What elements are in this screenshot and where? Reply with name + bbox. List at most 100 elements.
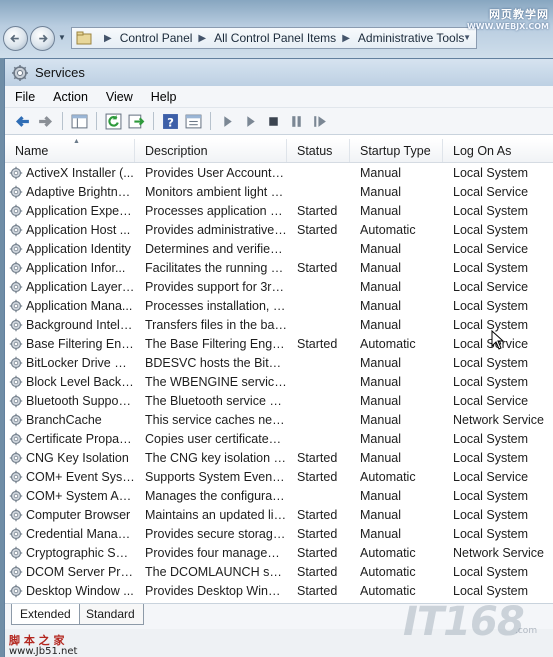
service-row[interactable]: COM+ System Ap... Manages the configurati… bbox=[5, 486, 553, 505]
properties-button[interactable] bbox=[182, 110, 204, 132]
column-header-name[interactable]: Name ▲ bbox=[5, 139, 135, 162]
properties-icon bbox=[185, 114, 201, 128]
service-row[interactable]: Base Filtering Engi... The Base Filtering… bbox=[5, 334, 553, 353]
service-startup-type: Manual bbox=[360, 355, 401, 370]
stop-service-button[interactable] bbox=[262, 110, 284, 132]
start-service-alt-button[interactable] bbox=[239, 110, 261, 132]
service-name-cell: CNG Key Isolation bbox=[5, 451, 135, 465]
toolbar-separator bbox=[153, 112, 154, 130]
service-status: Started bbox=[297, 336, 338, 351]
breadcrumb-all-items[interactable]: All Control Panel Items bbox=[214, 31, 336, 45]
service-gear-icon bbox=[9, 470, 23, 483]
service-row[interactable]: Cryptographic Ser... Provides four manage… bbox=[5, 543, 553, 562]
breadcrumb-control-panel[interactable]: Control Panel bbox=[120, 31, 193, 45]
service-name: Base Filtering Engi... bbox=[26, 336, 135, 351]
breadcrumb-admin-tools[interactable]: Administrative Tools bbox=[358, 31, 465, 45]
service-row[interactable]: DCOM Server Pro... The DCOMLAUNCH serv...… bbox=[5, 562, 553, 581]
column-header-log-on-as[interactable]: Log On As bbox=[443, 139, 553, 162]
toolbar-forward-button[interactable] bbox=[34, 110, 56, 132]
recent-pages-dropdown[interactable]: ▼ bbox=[58, 33, 66, 42]
menu-help[interactable]: Help bbox=[151, 90, 177, 104]
menu-action[interactable]: Action bbox=[53, 90, 88, 104]
tab-standard[interactable]: Standard bbox=[77, 604, 144, 625]
service-log-on-as: Local System bbox=[453, 507, 529, 522]
restart-service-button[interactable] bbox=[308, 110, 330, 132]
service-row[interactable]: Bluetooth Support... The Bluetooth servic… bbox=[5, 391, 553, 410]
watermark-webjx-url: WWW.WEBJX.COM bbox=[466, 22, 549, 31]
refresh-button[interactable] bbox=[102, 110, 124, 132]
forward-button[interactable] bbox=[30, 26, 55, 51]
watermark-it168-logo: IT168 bbox=[403, 599, 525, 645]
service-name-cell: Block Level Backu... bbox=[5, 375, 135, 389]
service-gear-icon bbox=[9, 356, 23, 369]
service-description: The DCOMLAUNCH serv... bbox=[145, 564, 287, 579]
window-titlebar[interactable]: Services bbox=[5, 59, 553, 86]
service-name: Application Layer ... bbox=[26, 279, 135, 294]
mouse-pointer-icon bbox=[491, 330, 505, 350]
watermark-webjx-cn: 网页教学网 bbox=[489, 8, 549, 21]
toolbar-back-button[interactable] bbox=[11, 110, 33, 132]
back-button[interactable] bbox=[3, 26, 28, 51]
breadcrumb-separator[interactable]: ▶ bbox=[342, 33, 350, 44]
service-description: The CNG key isolation se... bbox=[145, 450, 287, 465]
service-row[interactable]: Computer Browser Maintains an updated lis… bbox=[5, 505, 553, 524]
address-field[interactable]: ▶ Control Panel ▶ All Control Panel Item… bbox=[71, 27, 477, 49]
service-name-cell: ActiveX Installer (... bbox=[5, 166, 135, 180]
service-name-cell: Application Infor... bbox=[5, 261, 135, 275]
help-button[interactable]: ? bbox=[159, 110, 181, 132]
service-row[interactable]: Application Mana... Processes installatio… bbox=[5, 296, 553, 315]
service-row[interactable]: Credential Manager Provides secure storag… bbox=[5, 524, 553, 543]
toolbar-separator bbox=[62, 112, 63, 130]
service-row[interactable]: Application Experi... Processes applicati… bbox=[5, 201, 553, 220]
forward-icon bbox=[38, 115, 52, 127]
refresh-icon bbox=[105, 113, 121, 129]
service-row[interactable]: COM+ Event Syst... Supports System Event … bbox=[5, 467, 553, 486]
service-name-cell: BitLocker Drive En... bbox=[5, 356, 135, 370]
service-row[interactable]: Application Layer ... Provides support fo… bbox=[5, 277, 553, 296]
service-row[interactable]: Application Infor... Facilitates the runn… bbox=[5, 258, 553, 277]
service-name: ActiveX Installer (... bbox=[26, 165, 134, 180]
menu-view[interactable]: View bbox=[106, 90, 133, 104]
tab-extended[interactable]: Extended bbox=[11, 604, 80, 625]
service-description: Copies user certificates a... bbox=[145, 431, 287, 446]
service-row[interactable]: Certificate Propag... Copies user certifi… bbox=[5, 429, 553, 448]
service-row[interactable]: BitLocker Drive En... BDESVC hosts the Bi… bbox=[5, 353, 553, 372]
column-header-status-label: Status bbox=[297, 143, 333, 158]
service-gear-icon bbox=[9, 166, 23, 179]
pause-service-button[interactable] bbox=[285, 110, 307, 132]
service-row[interactable]: BranchCache This service caches netw... Ma… bbox=[5, 410, 553, 429]
show-hide-tree-button[interactable] bbox=[68, 110, 90, 132]
service-status: Started bbox=[297, 583, 338, 598]
service-row[interactable]: Block Level Backu... The WBENGINE service… bbox=[5, 372, 553, 391]
service-name: Application Infor... bbox=[26, 260, 126, 275]
service-status: Started bbox=[297, 564, 338, 579]
service-description: Manages the configurati... bbox=[145, 488, 287, 503]
service-description: Provides support for 3rd ... bbox=[145, 279, 287, 294]
service-description: Provides four managem... bbox=[145, 545, 287, 560]
address-dropdown[interactable]: ▼ bbox=[463, 33, 471, 42]
service-startup-type: Automatic bbox=[360, 336, 416, 351]
export-list-button[interactable] bbox=[125, 110, 147, 132]
column-header-startup-type[interactable]: Startup Type bbox=[350, 139, 443, 162]
service-row[interactable]: Background Intelli... Transfers files in … bbox=[5, 315, 553, 334]
menu-file[interactable]: File bbox=[15, 90, 35, 104]
service-name-cell: Base Filtering Engi... bbox=[5, 337, 135, 351]
service-row[interactable]: ActiveX Installer (... Provides User Acco… bbox=[5, 163, 553, 182]
service-row[interactable]: CNG Key Isolation The CNG key isolation s… bbox=[5, 448, 553, 467]
service-startup-type: Manual bbox=[360, 374, 401, 389]
service-name: Certificate Propag... bbox=[26, 431, 135, 446]
service-row[interactable]: Adaptive Brightness Monitors ambient ligh… bbox=[5, 182, 553, 201]
start-service-alt-icon bbox=[246, 115, 255, 127]
tab-extended-label: Extended bbox=[20, 607, 71, 621]
service-row[interactable]: Application Identity Determines and verif… bbox=[5, 239, 553, 258]
forward-arrow-icon bbox=[39, 34, 48, 43]
service-row[interactable]: Desktop Window ... Provides Desktop Windo… bbox=[5, 581, 553, 600]
service-name-cell: Bluetooth Support... bbox=[5, 394, 135, 408]
column-header-description[interactable]: Description bbox=[135, 139, 287, 162]
start-service-button[interactable] bbox=[216, 110, 238, 132]
breadcrumb-separator[interactable]: ▶ bbox=[198, 33, 206, 44]
service-name: COM+ System Ap... bbox=[26, 488, 135, 503]
service-row[interactable]: Application Host ... Provides administrat… bbox=[5, 220, 553, 239]
column-header-status[interactable]: Status bbox=[287, 139, 350, 162]
service-name-cell: DCOM Server Pro... bbox=[5, 565, 135, 579]
